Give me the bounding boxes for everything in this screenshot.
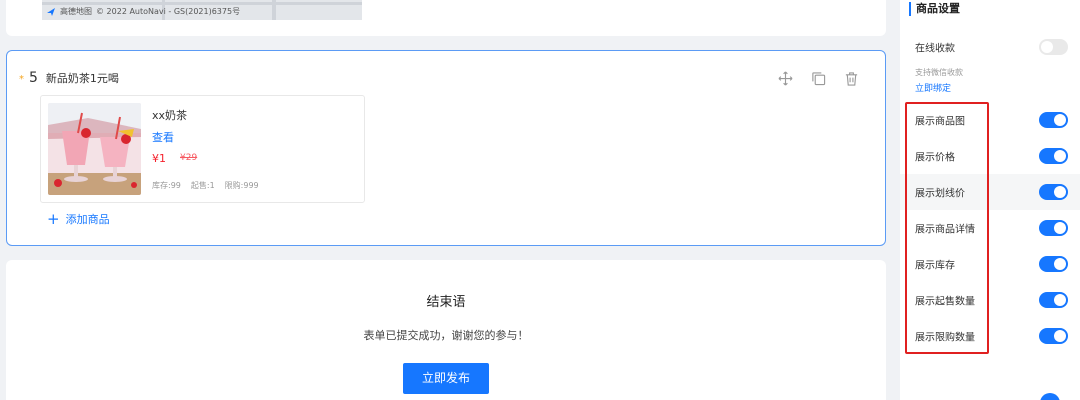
product-original-price: ¥29 <box>180 153 198 163</box>
map-field-card[interactable]: 高德地图 © 2022 AutoNavi - GS(2021)6375号 <box>6 0 886 36</box>
amap-logo-icon <box>47 7 55 16</box>
map-provider: 高德地图 <box>60 7 92 16</box>
product-stock: 库存:99 <box>152 181 181 190</box>
goods-field-card[interactable]: * 5 新品奶茶1元喝 xx奶茶 查看 ¥1 ¥29 库存:99 起售:1 限购… <box>6 50 886 246</box>
add-goods-label: 添加商品 <box>65 213 110 226</box>
panel-title: 商品设置 <box>909 2 960 16</box>
toggle-switch-show-min-purchase[interactable] <box>1039 292 1068 308</box>
toggle-label: 展示价格 <box>915 152 955 164</box>
toggle-row-show-limit: 展示限购数量 <box>900 318 1080 354</box>
toggle-label: 展示限购数量 <box>915 332 975 344</box>
product-price: ¥1 <box>152 152 166 165</box>
toggle-row-show-details: 展示商品详情 <box>900 210 1080 246</box>
form-canvas: 高德地图 © 2022 AutoNavi - GS(2021)6375号 * 5… <box>0 0 895 400</box>
bind-now-link[interactable]: 立即绑定 <box>915 81 951 94</box>
toggle-switch-show-image[interactable] <box>1039 112 1068 128</box>
toggle-label: 展示划线价 <box>915 188 965 200</box>
toggle-label: 展示库存 <box>915 260 955 272</box>
toggle-label: 展示商品详情 <box>915 224 975 236</box>
toggle-row-show-stock: 展示库存 <box>900 246 1080 282</box>
plus-icon: + <box>47 209 60 228</box>
toggle-switch-show-strike-price[interactable] <box>1039 184 1068 200</box>
online-payment-label: 在线收款 <box>915 43 955 55</box>
field-number: 5 <box>29 70 38 86</box>
product-meta: 库存:99 起售:1 限购:999 <box>152 180 259 191</box>
ending-card[interactable]: 结束语 表单已提交成功，谢谢您的参与！ 立即发布 <box>6 260 886 400</box>
ending-message: 表单已提交成功，谢谢您的参与！ <box>363 329 529 342</box>
publish-button[interactable]: 立即发布 <box>403 363 489 394</box>
product-limit: 限购:999 <box>224 181 259 190</box>
ending-title: 结束语 <box>426 295 466 310</box>
field-title-text: 新品奶茶1元喝 <box>45 72 119 85</box>
map-copyright: © 2022 AutoNavi - GS(2021)6375号 <box>96 7 241 16</box>
product-image[interactable] <box>48 103 141 195</box>
online-payment-row: 在线收款 <box>900 29 1080 65</box>
toggle-row-show-strike-price: 展示划线价 <box>900 174 1080 210</box>
milk-tea-image <box>48 103 141 195</box>
product-min-purchase: 起售:1 <box>190 181 215 190</box>
toggle-row-show-price: 展示价格 <box>900 138 1080 174</box>
delete-icon[interactable] <box>844 71 859 86</box>
floating-action-button[interactable] <box>1040 393 1060 400</box>
product-item[interactable]: xx奶茶 查看 ¥1 ¥29 库存:99 起售:1 限购:999 <box>40 95 365 203</box>
product-name: xx奶茶 <box>152 109 188 122</box>
online-payment-switch[interactable] <box>1039 39 1068 55</box>
field-title: * 5 新品奶茶1元喝 <box>19 70 119 86</box>
toggle-switch-show-limit[interactable] <box>1039 328 1068 344</box>
settings-panel: 商品设置 在线收款 支持微信收款 立即绑定 展示商品图 展示价格 展示划线价 展… <box>900 0 1080 400</box>
toggle-switch-show-price[interactable] <box>1039 148 1068 164</box>
toggle-row-show-image: 展示商品图 <box>900 102 1080 138</box>
move-icon[interactable] <box>778 71 793 86</box>
toggle-label: 展示起售数量 <box>915 296 975 308</box>
toggle-label: 展示商品图 <box>915 116 965 128</box>
online-payment-note: 支持微信收款 <box>915 68 963 77</box>
card-toolbar <box>778 71 859 86</box>
product-view-link[interactable]: 查看 <box>152 129 174 145</box>
toggle-row-show-min-purchase: 展示起售数量 <box>900 282 1080 318</box>
required-mark: * <box>19 74 24 85</box>
copy-icon[interactable] <box>811 71 826 86</box>
add-goods-button[interactable]: + 添加商品 <box>47 211 110 227</box>
toggle-switch-show-stock[interactable] <box>1039 256 1068 272</box>
toggle-switch-show-details[interactable] <box>1039 220 1068 236</box>
map-attribution: 高德地图 © 2022 AutoNavi - GS(2021)6375号 <box>46 6 240 17</box>
